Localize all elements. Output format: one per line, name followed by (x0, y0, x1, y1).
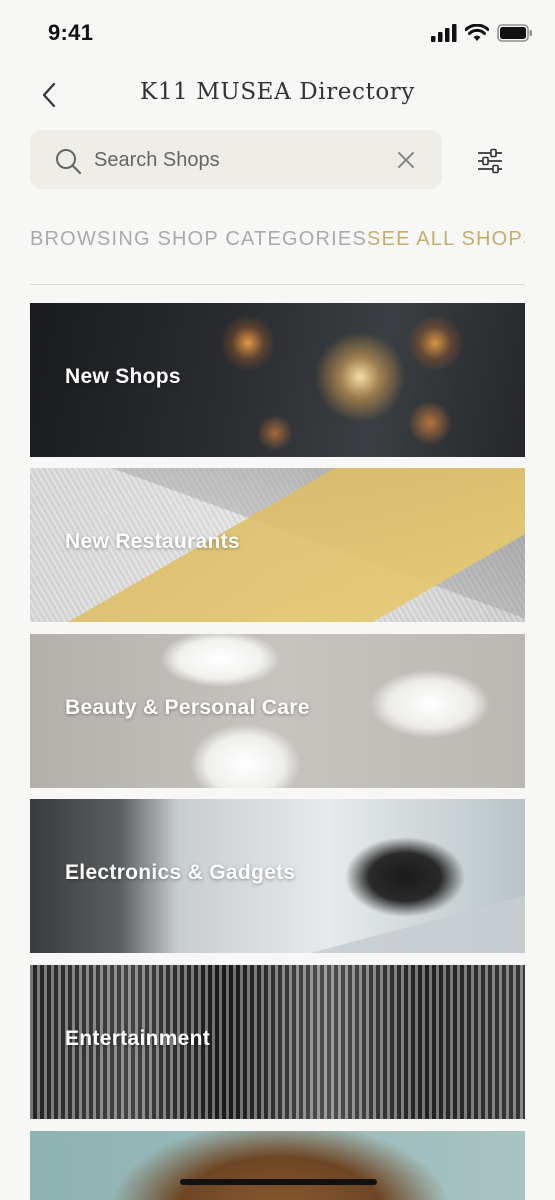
category-card-new-restaurants[interactable]: New Restaurants (30, 468, 525, 622)
close-icon[interactable] (396, 150, 416, 170)
category-card-entertainment[interactable]: Entertainment (30, 965, 525, 1119)
category-card-electronics[interactable]: Electronics & Gadgets (30, 799, 525, 953)
search-icon (56, 149, 82, 175)
status-time: 9:41 (48, 20, 94, 45)
category-label: New Shops (65, 365, 181, 388)
page-title: K11 MUSEA Directory (140, 79, 415, 105)
battery-icon (497, 24, 532, 42)
section-header: BROWSING SHOP CATEGORIESSEE ALL SHOPS (30, 228, 525, 254)
home-indicator (180, 1179, 377, 1185)
wifi-icon (465, 24, 489, 41)
status-icons (431, 24, 533, 42)
category-label: New Restaurants (65, 530, 240, 553)
category-card-partial[interactable] (30, 1131, 525, 1200)
directory-screen: 9:41 K11 MUSEA Directory Search Shops BR… (0, 0, 555, 1200)
category-card-new-shops[interactable]: New Shops (30, 303, 525, 457)
nav-bar: K11 MUSEA Directory (0, 64, 555, 124)
section-title: BROWSING SHOP CATEGORIES (30, 228, 367, 250)
divider (30, 284, 525, 285)
see-all-shops-link[interactable]: SEE ALL SHOPS (367, 228, 525, 250)
search-input[interactable] (94, 145, 384, 175)
category-label: Beauty & Personal Care (65, 696, 310, 719)
category-label: Electronics & Gadgets (65, 861, 296, 884)
category-image (30, 1131, 525, 1200)
cellular-signal-icon (431, 24, 457, 42)
sliders-icon[interactable] (476, 148, 504, 174)
search-bar[interactable] (30, 130, 442, 189)
category-card-beauty[interactable]: Beauty & Personal Care (30, 634, 525, 788)
category-label: Entertainment (65, 1027, 211, 1050)
status-bar: 9:41 (0, 0, 555, 64)
